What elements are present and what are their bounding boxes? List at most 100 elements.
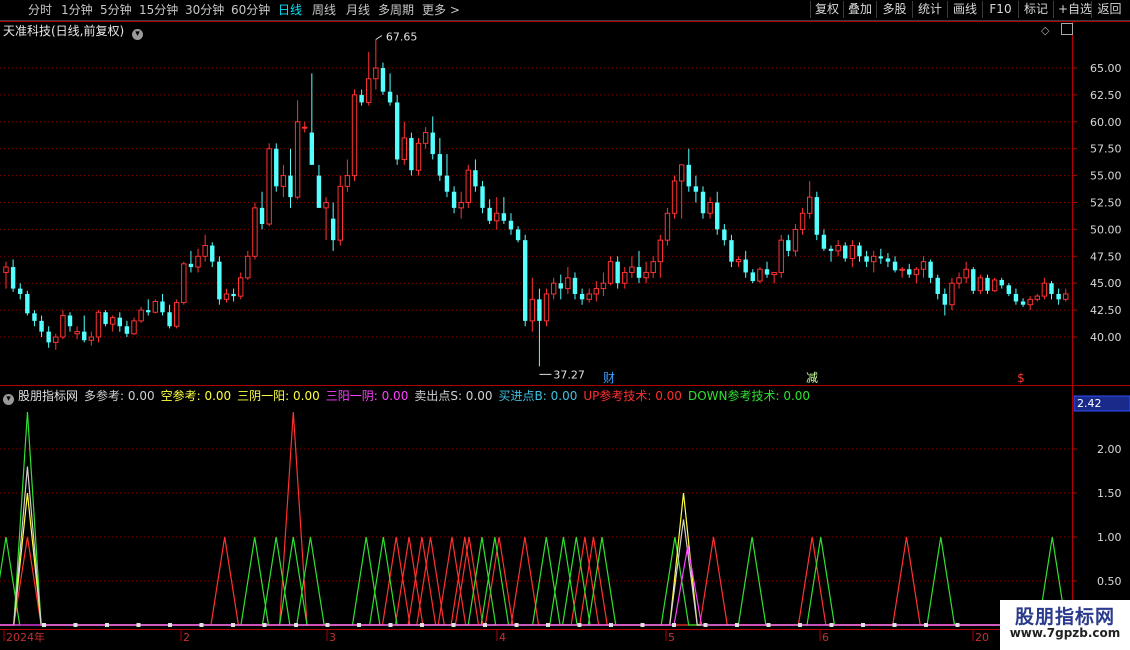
candle-body bbox=[558, 283, 563, 289]
candle-body bbox=[1056, 293, 1061, 300]
baseline-marker bbox=[577, 623, 582, 627]
tab-period-3[interactable]: 15分钟 bbox=[139, 2, 178, 18]
toolbar: 分时 1分钟 5分钟 15分钟 30分钟 60分钟 日线 周线 月线 多周期 更多 > 复权 叠加 多股统… bbox=[0, 0, 1130, 21]
candle-body bbox=[245, 255, 251, 279]
candle-body bbox=[82, 331, 87, 341]
candle-body bbox=[217, 261, 222, 300]
baseline-marker bbox=[672, 623, 676, 627]
chevron-down-icon[interactable]: ▾ bbox=[132, 29, 144, 40]
indicator-value-3: 三阳一阴: 0.00 bbox=[325, 389, 409, 403]
indicator-name[interactable]: 股朋指标网 bbox=[18, 389, 78, 403]
candle-body bbox=[351, 94, 358, 177]
low-price-label: 37.27 bbox=[553, 368, 585, 381]
candle-body bbox=[650, 261, 656, 273]
candle-body bbox=[1013, 293, 1019, 302]
tab-period-8[interactable]: 月线 bbox=[346, 2, 370, 18]
baseline-marker bbox=[640, 623, 645, 627]
candle-body bbox=[202, 245, 208, 257]
candle-body bbox=[715, 202, 720, 230]
toolbar-button-5[interactable]: F10 bbox=[982, 1, 1018, 18]
candle-body bbox=[124, 326, 130, 334]
baseline-marker bbox=[609, 623, 613, 627]
price-tick-label: 50.00 bbox=[1090, 223, 1122, 236]
candle-body bbox=[152, 300, 159, 313]
toolbar-button-4[interactable]: 画线 bbox=[947, 1, 982, 18]
price-tick-label: 45.00 bbox=[1090, 277, 1122, 290]
candle-body bbox=[907, 269, 912, 275]
chart-area: 65.00 62.50 60.00 57.50 55.00 52.50 50.00 47.50… bbox=[0, 21, 1130, 647]
candle-body bbox=[146, 310, 151, 313]
time-label-1: 2 bbox=[183, 631, 190, 644]
candle-body bbox=[46, 331, 51, 343]
toolbar-button-8[interactable]: 返回 bbox=[1091, 1, 1127, 18]
tab-period-2[interactable]: 5分钟 bbox=[100, 2, 132, 18]
indicator-tick-label: 0.50 bbox=[1097, 575, 1122, 588]
candle-body bbox=[814, 197, 820, 235]
candle-body bbox=[629, 266, 635, 273]
candle-body bbox=[60, 314, 66, 338]
chevron-down-icon[interactable]: ▾ bbox=[3, 394, 14, 405]
candle-body bbox=[18, 288, 23, 294]
stock-title[interactable]: 天准科技(日线,前复权) bbox=[3, 24, 124, 38]
current-value-label: 2.42 bbox=[1077, 397, 1102, 410]
toolbar-button-6[interactable]: 标记 bbox=[1018, 1, 1053, 18]
toolbar-button-2[interactable]: 多股 bbox=[876, 1, 912, 18]
candle-body bbox=[309, 132, 315, 165]
candle-body bbox=[359, 94, 364, 103]
tab-period-1[interactable]: 1分钟 bbox=[61, 2, 93, 18]
baseline-marker bbox=[105, 623, 109, 627]
indicator-value-4: 卖出点S: 0.00 bbox=[414, 389, 493, 403]
candle-body bbox=[188, 263, 194, 268]
candle-body bbox=[508, 220, 514, 230]
candle-body bbox=[913, 268, 920, 276]
toolbar-button-0[interactable]: 复权 bbox=[810, 1, 843, 18]
tab-period-10[interactable]: 更多 > bbox=[422, 2, 460, 18]
candle-body bbox=[103, 312, 108, 325]
candle-body bbox=[843, 245, 848, 259]
tab-period-5[interactable]: 60分钟 bbox=[231, 2, 270, 18]
candle-body bbox=[487, 207, 492, 221]
candle-body bbox=[131, 320, 137, 335]
candle-body bbox=[579, 293, 585, 300]
candle-body bbox=[771, 271, 777, 276]
candle-body bbox=[750, 272, 755, 282]
diamond-icon[interactable]: ◇ bbox=[1041, 24, 1049, 37]
candle-body bbox=[302, 126, 308, 129]
toolbar-button-7[interactable]: +自选 bbox=[1053, 1, 1092, 18]
tab-period-7[interactable]: 周线 bbox=[312, 2, 336, 18]
candle-body bbox=[25, 293, 30, 314]
baseline-marker bbox=[766, 623, 771, 627]
toolbar-button-1[interactable]: 叠加 bbox=[843, 1, 876, 18]
candle-body bbox=[686, 164, 691, 187]
candle-body bbox=[195, 255, 201, 268]
baseline-marker bbox=[955, 623, 960, 627]
tab-period-0[interactable]: 分时 bbox=[28, 2, 52, 18]
indicator-value-1: 空参考: 0.00 bbox=[160, 389, 232, 403]
price-tick-label: 42.50 bbox=[1090, 304, 1122, 317]
candle-body bbox=[430, 132, 435, 155]
candle-body bbox=[1020, 301, 1026, 305]
time-label-5: 6 bbox=[822, 631, 829, 644]
tab-period-6[interactable]: 日线 bbox=[278, 2, 302, 18]
candle-body bbox=[764, 269, 770, 275]
candle-body bbox=[3, 266, 9, 273]
candle-body bbox=[849, 245, 856, 259]
pane-toggle-icon[interactable] bbox=[1061, 23, 1074, 35]
candle-body bbox=[288, 175, 293, 198]
tab-period-4[interactable]: 30分钟 bbox=[185, 2, 224, 18]
baseline-marker bbox=[892, 623, 897, 627]
candle-body bbox=[409, 137, 414, 171]
candle-body bbox=[999, 279, 1004, 286]
candle-body bbox=[657, 239, 664, 263]
tab-period-9[interactable]: 多周期 bbox=[378, 2, 414, 18]
baseline-marker bbox=[199, 623, 204, 627]
candle-body bbox=[707, 202, 713, 214]
indicator-value-2: 三阴一阳: 0.00 bbox=[237, 389, 320, 403]
candle-body bbox=[920, 261, 927, 270]
toolbar-button-3[interactable]: 统计 bbox=[912, 1, 947, 18]
candle-body bbox=[109, 317, 116, 325]
candle-body bbox=[173, 302, 180, 327]
candle-body bbox=[95, 311, 102, 338]
candle-body bbox=[643, 271, 649, 279]
candle-body bbox=[892, 261, 898, 271]
